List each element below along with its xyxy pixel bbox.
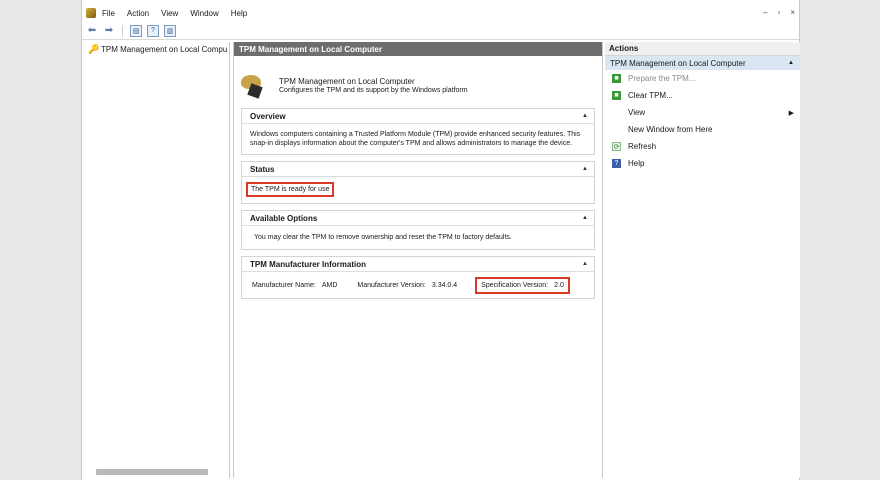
action-clear-tpm[interactable]: ■ Clear TPM... (605, 87, 800, 104)
manufacturer-name-value: AMD (321, 281, 338, 289)
menu-help[interactable]: Help (231, 9, 247, 18)
action-label: View (628, 108, 646, 117)
collapse-caret-icon[interactable]: ▲ (582, 166, 588, 172)
action-label: Help (628, 159, 645, 168)
manufacturer-version-value: 3.34.0.4 (431, 281, 458, 289)
blank-icon (612, 125, 621, 134)
forward-arrow-icon[interactable]: ➡ (103, 25, 115, 37)
horizontal-scrollbar[interactable] (96, 469, 208, 475)
submenu-arrow-icon: ▶ (788, 109, 794, 117)
manufacturer-info-row: Manufacturer Name: AMD Manufacturer Versi… (242, 272, 594, 298)
status-header[interactable]: Status ▲ (242, 162, 594, 177)
actions-pane: Actions TPM Management on Local Computer… (605, 42, 800, 478)
window-controls: – ▫ × (763, 8, 795, 17)
tree-item-tpm-management[interactable]: 🔑 TPM Management on Local Compu (84, 42, 229, 56)
help-icon: ? (612, 159, 621, 168)
menu-bar: File Action View Window Help – ▫ × (82, 4, 799, 22)
manufacturer-version-label: Manufacturer Version: (357, 281, 426, 289)
status-text: The TPM is ready for use (246, 182, 335, 197)
refresh-icon: ⟳ (612, 142, 621, 151)
manufacturer-name: Manufacturer Name: AMD (252, 282, 337, 289)
mmc-window: File Action View Window Help – ▫ × ⬅ ➡ ▤… (81, 0, 800, 480)
status-section: Status ▲ The TPM is ready for use (241, 161, 595, 204)
action-label: Clear TPM... (628, 91, 673, 100)
action-prepare-tpm[interactable]: ■ Prepare the TPM... (605, 70, 800, 87)
overview-header[interactable]: Overview ▲ (242, 109, 594, 124)
spec-version-label: Specification Version: (481, 281, 549, 289)
show-hide-action-pane-icon[interactable]: ▥ (164, 24, 176, 37)
center-pane: TPM Management on Local Computer TPM Man… (233, 42, 603, 478)
header-subtitle: Configures the TPM and its support by th… (279, 87, 468, 94)
app-icon[interactable] (86, 8, 96, 18)
header-title: TPM Management on Local Computer (279, 77, 415, 86)
action-help[interactable]: ? Help (605, 155, 800, 172)
actions-title: Actions (605, 42, 800, 56)
manufacturer-version: Manufacturer Version: 3.34.0.4 (357, 282, 457, 289)
section-title: Available Options (250, 213, 318, 223)
minimize-button[interactable]: – (763, 8, 767, 17)
section-title: Status (250, 164, 275, 174)
toolbar-separator (122, 24, 123, 37)
available-options-header[interactable]: Available Options ▲ (242, 211, 594, 226)
snapin-header: TPM Management on Local Computer Configu… (234, 56, 602, 108)
available-options-section: Available Options ▲ You may clear the TP… (241, 210, 595, 250)
center-pane-title: TPM Management on Local Computer (234, 42, 602, 56)
menu-file[interactable]: File (102, 9, 115, 18)
toolbar: ⬅ ➡ ▤ ? ▥ (82, 22, 799, 40)
help-icon[interactable]: ? (147, 24, 159, 37)
close-button[interactable]: × (790, 8, 795, 17)
options-text: You may clear the TPM to remove ownershi… (254, 234, 512, 241)
restore-button[interactable]: ▫ (777, 8, 780, 17)
back-arrow-icon[interactable]: ⬅ (86, 25, 98, 37)
collapse-caret-icon[interactable]: ▲ (788, 60, 794, 66)
blank-icon (612, 108, 621, 117)
action-label: Prepare the TPM... (628, 74, 696, 83)
menu-action[interactable]: Action (127, 9, 149, 18)
green-action-icon: ■ (612, 74, 621, 83)
action-view[interactable]: View ▶ (605, 104, 800, 121)
overview-text: Windows computers containing a Trusted P… (250, 131, 581, 147)
specification-version: Specification Version: 2.0 (475, 276, 570, 294)
tpm-key-icon (239, 73, 267, 99)
action-new-window[interactable]: New Window from Here (605, 121, 800, 138)
menu-view[interactable]: View (161, 9, 178, 18)
action-label: Refresh (628, 142, 657, 151)
collapse-caret-icon[interactable]: ▲ (582, 113, 588, 119)
green-action-icon: ■ (612, 91, 621, 100)
menu-window[interactable]: Window (190, 9, 218, 18)
overview-section: Overview ▲ Windows computers containing … (241, 108, 595, 155)
manufacturer-section: TPM Manufacturer Information ▲ Manufactu… (241, 256, 595, 299)
action-label: New Window from Here (628, 125, 713, 134)
manufacturer-header[interactable]: TPM Manufacturer Information ▲ (242, 257, 594, 272)
action-refresh[interactable]: ⟳ Refresh (605, 138, 800, 155)
section-title: TPM Manufacturer Information (250, 259, 367, 269)
collapse-caret-icon[interactable]: ▲ (582, 261, 588, 267)
spec-version-value: 2.0 (554, 281, 564, 289)
console-tree: 🔑 TPM Management on Local Compu (84, 42, 230, 478)
collapse-caret-icon[interactable]: ▲ (582, 215, 588, 221)
actions-group-header[interactable]: TPM Management on Local Computer ▲ (605, 56, 800, 70)
tree-item-label: TPM Management on Local Compu (101, 44, 228, 54)
section-title: Overview (250, 111, 286, 121)
manufacturer-name-label: Manufacturer Name: (252, 281, 316, 289)
actions-group-label: TPM Management on Local Computer (610, 58, 746, 68)
show-hide-console-tree-icon[interactable]: ▤ (130, 24, 142, 37)
tpm-key-icon: 🔑 (88, 44, 100, 54)
